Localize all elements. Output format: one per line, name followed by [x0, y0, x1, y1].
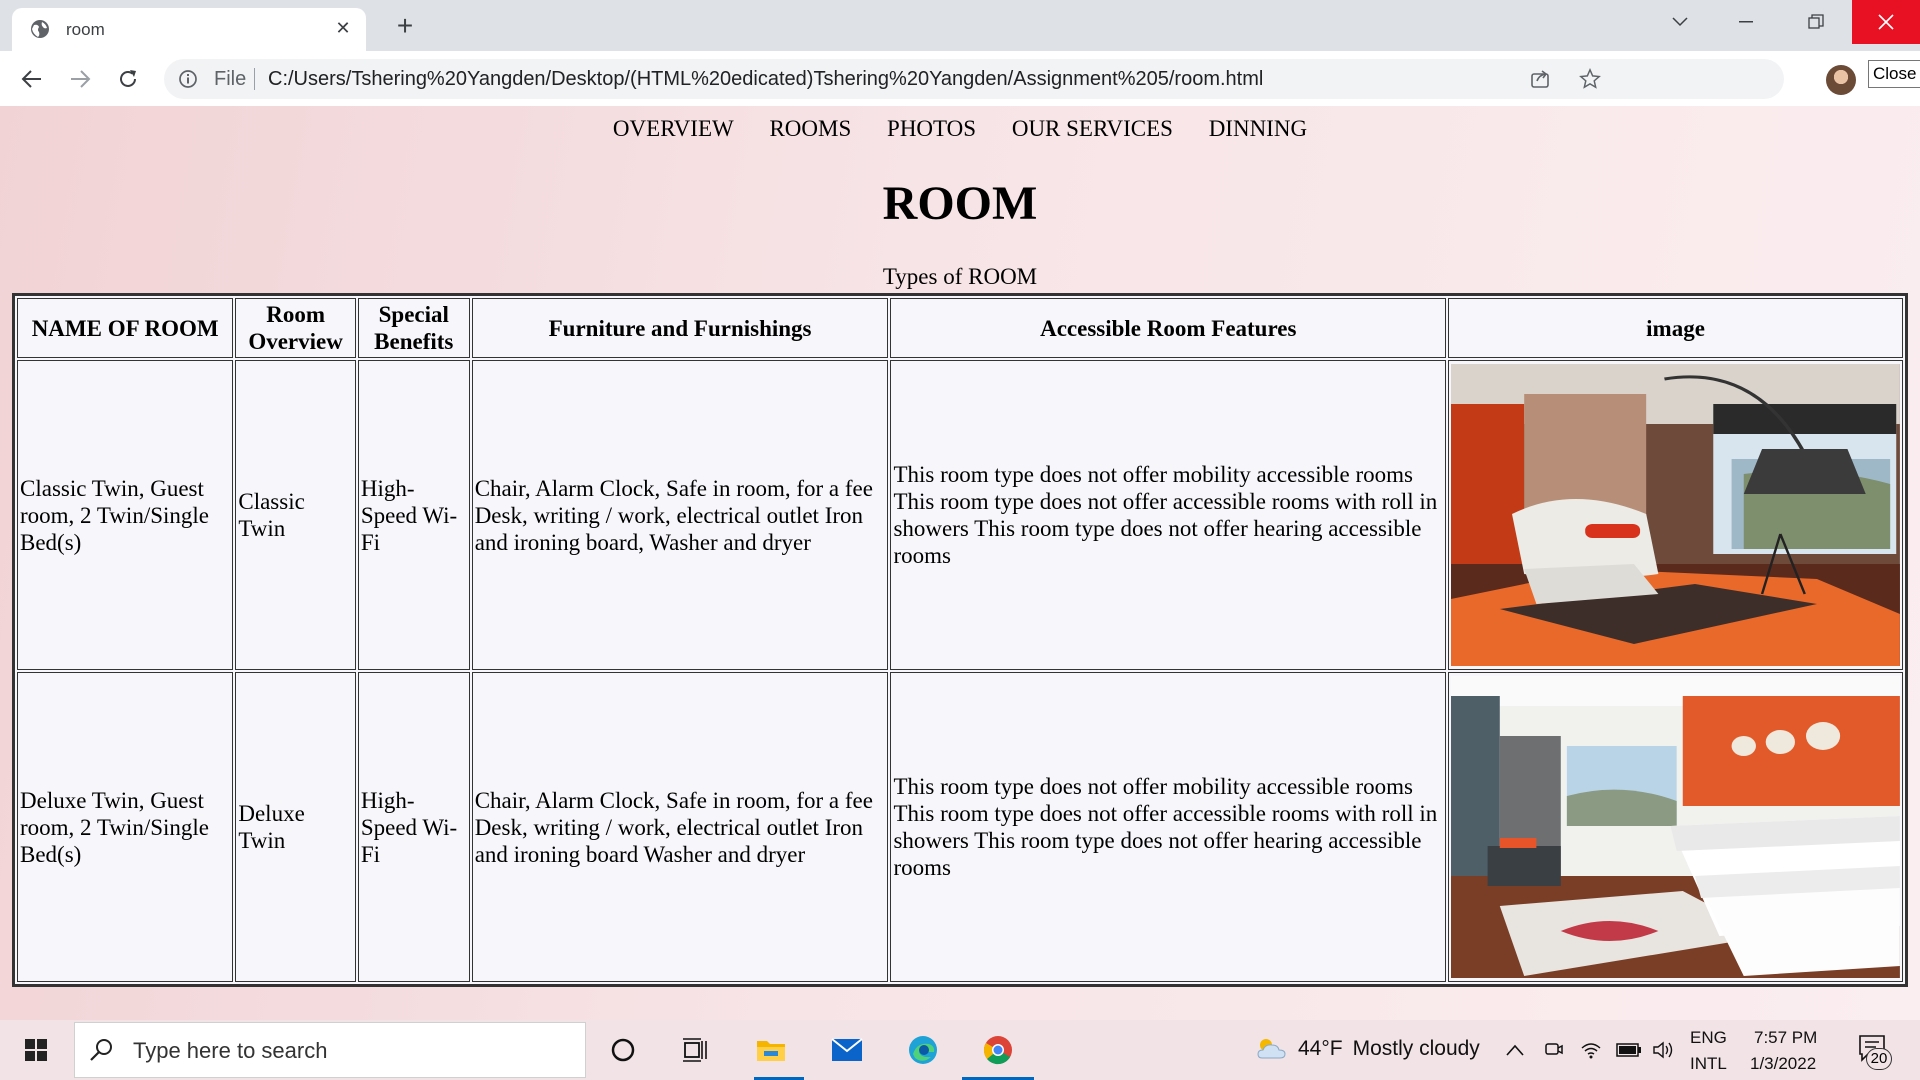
header-furniture: Furniture and Furnishings	[471, 298, 889, 358]
reload-button[interactable]	[112, 63, 144, 95]
room-photo-lounge-chair	[1451, 364, 1900, 666]
special-benefits-cell: High-Speed Wi-Fi	[357, 360, 470, 670]
url-text[interactable]: C:/Users/Tshering%20Yangden/Desktop/(HTM…	[268, 68, 1263, 91]
bookmark-star-icon[interactable]	[1578, 67, 1602, 91]
windows-taskbar: Type here to search 44°F Mostly cloudy E…	[0, 1020, 1920, 1080]
nav-photos[interactable]: PHOTOS	[887, 116, 976, 141]
back-button[interactable]	[16, 63, 48, 95]
room-overview-cell: Deluxe Twin	[235, 672, 356, 982]
language-code[interactable]: ENG	[1690, 1028, 1727, 1048]
forward-button[interactable]	[64, 63, 96, 95]
table-row: Classic Twin, Guest room, 2 Twin/Single …	[17, 360, 1903, 670]
tab-title: room	[66, 20, 105, 39]
furniture-cell: Chair, Alarm Clock, Safe in room, for a …	[471, 360, 889, 670]
taskbar-search-box[interactable]: Type here to search	[74, 1022, 586, 1078]
browser-toolbar: File C:/Users/Tshering%20Yangden/Desktop…	[0, 51, 1920, 106]
table-caption: Types of ROOM	[882, 264, 1038, 289]
room-photo-twin-beds	[1451, 676, 1900, 978]
window-close-button[interactable]	[1852, 0, 1920, 44]
tab-search-icon[interactable]	[1652, 0, 1708, 44]
share-icon[interactable]	[1528, 67, 1552, 91]
nav-dinning[interactable]: DINNING	[1209, 116, 1307, 141]
tab-close-icon[interactable]: ✕	[332, 17, 354, 39]
search-icon	[90, 1039, 112, 1061]
image-cell	[1448, 360, 1903, 670]
header-image: image	[1448, 298, 1903, 358]
notification-count-badge: 20	[1866, 1048, 1892, 1070]
header-room-overview: Room Overview	[235, 298, 356, 358]
meet-now-icon[interactable]	[1538, 1030, 1568, 1070]
volume-icon[interactable]	[1648, 1030, 1678, 1070]
chrome-icon[interactable]	[978, 1030, 1018, 1070]
accessible-features-cell: This room type does not offer mobility a…	[890, 360, 1447, 670]
minimize-button[interactable]	[1718, 0, 1774, 44]
image-cell	[1448, 672, 1903, 982]
keyboard-layout[interactable]: INTL	[1690, 1054, 1727, 1074]
nav-rooms[interactable]: ROOMS	[769, 116, 851, 141]
clock-date[interactable]: 1/3/2022	[1750, 1054, 1816, 1074]
header-name-of-room: NAME OF ROOM	[17, 298, 234, 358]
web-page: OVERVIEW ROOMS PHOTOS OUR SERVICES DINNI…	[0, 106, 1920, 1020]
windows-start-icon[interactable]	[16, 1030, 56, 1070]
globe-icon	[31, 20, 49, 38]
search-placeholder: Type here to search	[133, 1038, 328, 1063]
url-separator	[254, 68, 255, 90]
mail-icon[interactable]	[827, 1030, 867, 1070]
restore-button[interactable]	[1788, 0, 1844, 44]
tab-strip: room ✕ +	[0, 0, 1920, 51]
wifi-icon[interactable]	[1576, 1030, 1606, 1070]
room-name-cell: Classic Twin, Guest room, 2 Twin/Single …	[17, 360, 234, 670]
cloudy-weather-icon	[1257, 1039, 1286, 1059]
url-scheme-label: File	[214, 68, 247, 90]
info-icon[interactable]	[178, 69, 198, 89]
new-tab-button[interactable]: +	[388, 10, 422, 41]
battery-icon[interactable]	[1614, 1030, 1644, 1070]
accessible-features-cell: This room type does not offer mobility a…	[890, 672, 1447, 982]
file-explorer-icon[interactable]	[751, 1030, 791, 1070]
table-header-row: NAME OF ROOM Room Overview Special Benef…	[17, 298, 1903, 358]
weather-widget[interactable]: 44°F Mostly cloudy	[1254, 1036, 1480, 1062]
header-accessible-features: Accessible Room Features	[890, 298, 1447, 358]
task-view-icon[interactable]	[676, 1030, 716, 1070]
close-tooltip: Close	[1868, 60, 1920, 88]
weather-temp: 44°F	[1298, 1037, 1343, 1060]
table-row: Deluxe Twin, Guest room, 2 Twin/Single B…	[17, 672, 1903, 982]
nav-overview[interactable]: OVERVIEW	[613, 116, 734, 141]
furniture-cell: Chair, Alarm Clock, Safe in room, for a …	[471, 672, 889, 982]
room-table: NAME OF ROOM Room Overview Special Benef…	[12, 293, 1908, 987]
room-name-cell: Deluxe Twin, Guest room, 2 Twin/Single B…	[17, 672, 234, 982]
special-benefits-cell: High-Speed Wi-Fi	[357, 672, 470, 982]
chevron-up-icon[interactable]	[1500, 1030, 1530, 1070]
site-nav: OVERVIEW ROOMS PHOTOS OUR SERVICES DINNI…	[0, 116, 1920, 142]
room-overview-cell: Classic Twin	[235, 360, 356, 670]
weather-condition: Mostly cloudy	[1352, 1037, 1480, 1060]
cortana-icon[interactable]	[603, 1030, 643, 1070]
edge-icon[interactable]	[903, 1030, 943, 1070]
clock-time[interactable]: 7:57 PM	[1754, 1028, 1817, 1048]
address-bar[interactable]: File C:/Users/Tshering%20Yangden/Desktop…	[164, 59, 1784, 99]
nav-our-services[interactable]: OUR SERVICES	[1012, 116, 1173, 141]
profile-avatar[interactable]	[1826, 65, 1856, 95]
browser-tab[interactable]: room ✕	[12, 8, 366, 51]
header-special-benefits: Special Benefits	[357, 298, 470, 358]
page-title: ROOM	[882, 177, 1038, 230]
